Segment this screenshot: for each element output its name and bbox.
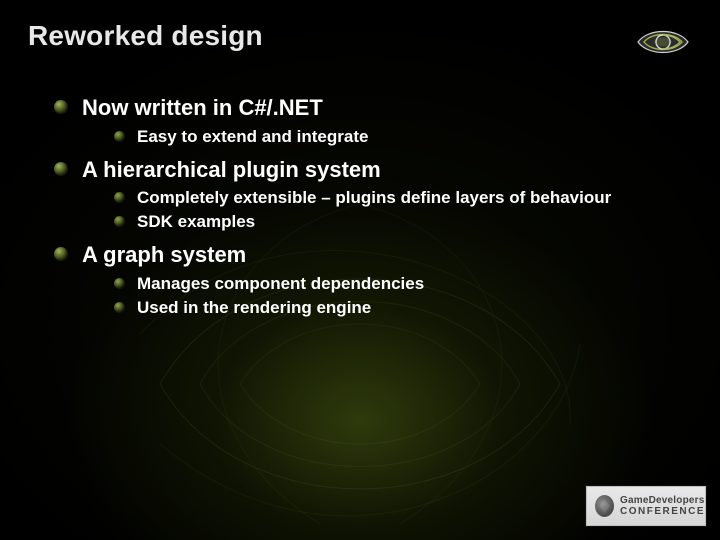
bullet-text: Manages component dependencies	[137, 273, 424, 295]
sub-bullet-group: Easy to extend and integrate	[114, 126, 692, 148]
bullet-text: A graph system	[82, 241, 246, 269]
bullet-level1: Now written in C#/.NET	[54, 94, 692, 122]
bullet-level2: Easy to extend and integrate	[114, 126, 692, 148]
bullet-level1: A hierarchical plugin system	[54, 156, 692, 184]
bullet-level1: A graph system	[54, 241, 692, 269]
sub-bullet-group: Manages component dependencies Used in t…	[114, 273, 692, 319]
slide: Reworked design Now written in C#/.NET E…	[0, 0, 720, 540]
gdc-logo-text: GameDevelopers CONFERENCE	[620, 496, 705, 517]
bullet-icon	[114, 278, 125, 289]
bullet-icon	[114, 302, 125, 313]
bullet-text: Now written in C#/.NET	[82, 94, 323, 122]
nvidia-eye-icon	[634, 22, 692, 60]
bullet-text: Completely extensible – plugins define l…	[137, 187, 611, 209]
bullet-level2: Manages component dependencies	[114, 273, 692, 295]
bullet-text: SDK examples	[137, 211, 255, 233]
bullet-icon	[54, 247, 68, 261]
bullet-text: A hierarchical plugin system	[82, 156, 381, 184]
slide-title: Reworked design	[28, 20, 263, 52]
gdc-line1: GameDevelopers	[620, 496, 705, 506]
gdc-logo: GameDevelopers CONFERENCE	[586, 486, 706, 526]
bullet-icon	[114, 131, 125, 142]
sub-bullet-group: Completely extensible – plugins define l…	[114, 187, 692, 233]
bullet-icon	[54, 100, 68, 114]
bullet-icon	[114, 192, 125, 203]
bullet-text: Used in the rendering engine	[137, 297, 371, 319]
bullet-level2: Used in the rendering engine	[114, 297, 692, 319]
title-row: Reworked design	[28, 20, 692, 60]
bullet-icon	[54, 162, 68, 176]
bullet-level2: SDK examples	[114, 211, 692, 233]
bullet-icon	[114, 216, 125, 227]
bullet-level2: Completely extensible – plugins define l…	[114, 187, 692, 209]
bullet-list: Now written in C#/.NET Easy to extend an…	[54, 94, 692, 319]
bullet-text: Easy to extend and integrate	[137, 126, 368, 148]
gdc-line2: CONFERENCE	[620, 507, 705, 517]
gdc-mark-icon	[595, 495, 614, 517]
